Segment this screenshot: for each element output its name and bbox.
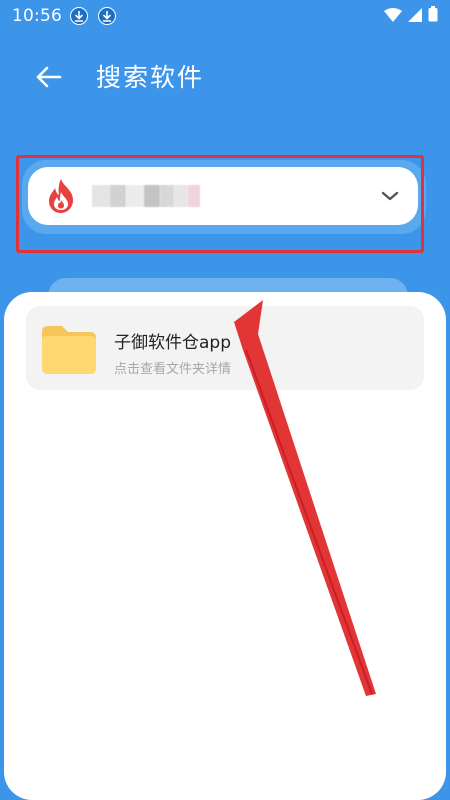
battery-icon — [428, 6, 438, 26]
back-button[interactable] — [32, 60, 66, 94]
result-subtitle: 点击查看文件夹详情 — [114, 362, 232, 377]
back-arrow-icon — [36, 66, 62, 88]
app-header: 搜索软件 — [0, 46, 450, 106]
app-name-redacted — [92, 180, 200, 212]
app-screen: 10:56 搜索软件 子御软件仓app 点击查看文件夹详情 — [0, 0, 450, 800]
download-notification-icon — [98, 7, 116, 25]
flame-app-icon — [44, 177, 78, 215]
wifi-icon — [384, 7, 402, 26]
chevron-down-icon — [378, 184, 402, 208]
app-selector-dropdown[interactable] — [28, 167, 418, 225]
status-time: 10:56 — [12, 6, 62, 26]
result-list-item[interactable]: 子御软件仓app 点击查看文件夹详情 — [26, 306, 424, 390]
signal-icon — [408, 7, 422, 26]
page-title: 搜索软件 — [96, 63, 205, 92]
folder-icon — [38, 318, 100, 380]
result-title: 子御软件仓app — [114, 333, 231, 353]
download-notification-icon — [70, 7, 88, 25]
app-selector-container — [22, 160, 426, 234]
status-bar: 10:56 — [0, 0, 450, 32]
